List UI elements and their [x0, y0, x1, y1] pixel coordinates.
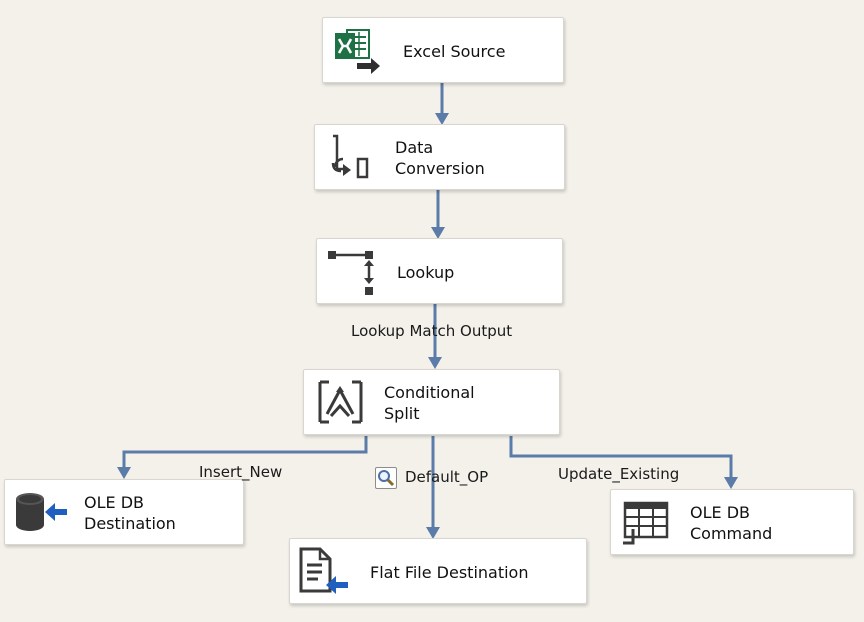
data-flow-canvas: Excel Source Data Conversion Lookup Cond…	[0, 0, 864, 622]
conditional-split-icon	[317, 378, 365, 432]
oledb-destination-label: OLE DB Destination	[84, 493, 176, 533]
default-op-label[interactable]: Default_OP	[405, 468, 488, 486]
oledb-command-component[interactable]: OLE DB Command	[610, 489, 854, 555]
arrowhead-lookup-to-split	[428, 357, 442, 369]
conditional-split-component[interactable]: Conditional Split	[303, 369, 560, 435]
oledb-destination-component[interactable]: OLE DB Destination	[4, 479, 244, 545]
lookup-label: Lookup	[397, 263, 455, 282]
lookup-icon	[327, 247, 377, 301]
data-conversion-component[interactable]: Data Conversion	[314, 124, 565, 190]
conditional-split-label: Conditional Split	[384, 383, 475, 423]
lookup-match-output-label[interactable]: Lookup Match Output	[351, 322, 512, 340]
data-viewer-magnifier-icon[interactable]	[375, 467, 397, 489]
arrowhead-split-to-oledb-destination	[117, 467, 131, 479]
insert-new-label[interactable]: Insert_New	[199, 463, 282, 481]
table-command-icon	[621, 499, 671, 551]
arrowhead-split-to-oledb-command	[724, 477, 738, 489]
lookup-component[interactable]: Lookup	[316, 238, 563, 304]
data-conversion-icon	[329, 133, 377, 187]
data-conversion-label: Data Conversion	[395, 138, 485, 178]
excel-icon	[333, 27, 381, 79]
database-destination-icon	[13, 490, 69, 540]
flat-file-destination-component[interactable]: Flat File Destination	[289, 538, 587, 604]
update-existing-label[interactable]: Update_Existing	[558, 465, 679, 483]
flat-file-destination-label: Flat File Destination	[370, 563, 529, 582]
flat-file-destination-icon	[298, 547, 350, 601]
oledb-command-label: OLE DB Command	[690, 503, 773, 543]
excel-source-label: Excel Source	[403, 42, 506, 61]
excel-source-component[interactable]: Excel Source	[322, 17, 564, 83]
